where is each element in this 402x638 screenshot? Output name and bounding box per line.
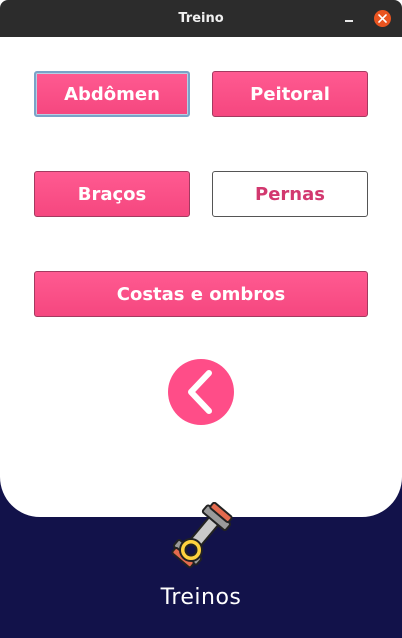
bracos-button[interactable]: Braços xyxy=(34,171,190,217)
window-titlebar: Treino xyxy=(0,0,402,37)
back-button[interactable] xyxy=(168,359,234,425)
dumbbell-icon xyxy=(171,502,233,568)
abdomen-button[interactable]: Abdômen xyxy=(34,71,190,117)
footer-label: Treinos xyxy=(160,585,242,610)
minimize-icon xyxy=(345,20,353,22)
window-title: Treino xyxy=(178,11,224,26)
main-content: Abdômen Peitoral Braços Pernas Costas e … xyxy=(0,37,402,638)
minimize-button[interactable] xyxy=(341,11,357,27)
costas-ombros-button[interactable]: Costas e ombros xyxy=(34,271,368,317)
close-icon xyxy=(378,14,387,23)
chevron-left-icon xyxy=(188,370,212,414)
pernas-button[interactable]: Pernas xyxy=(212,171,368,217)
close-button[interactable] xyxy=(374,10,391,27)
peitoral-button[interactable]: Peitoral xyxy=(212,71,368,117)
